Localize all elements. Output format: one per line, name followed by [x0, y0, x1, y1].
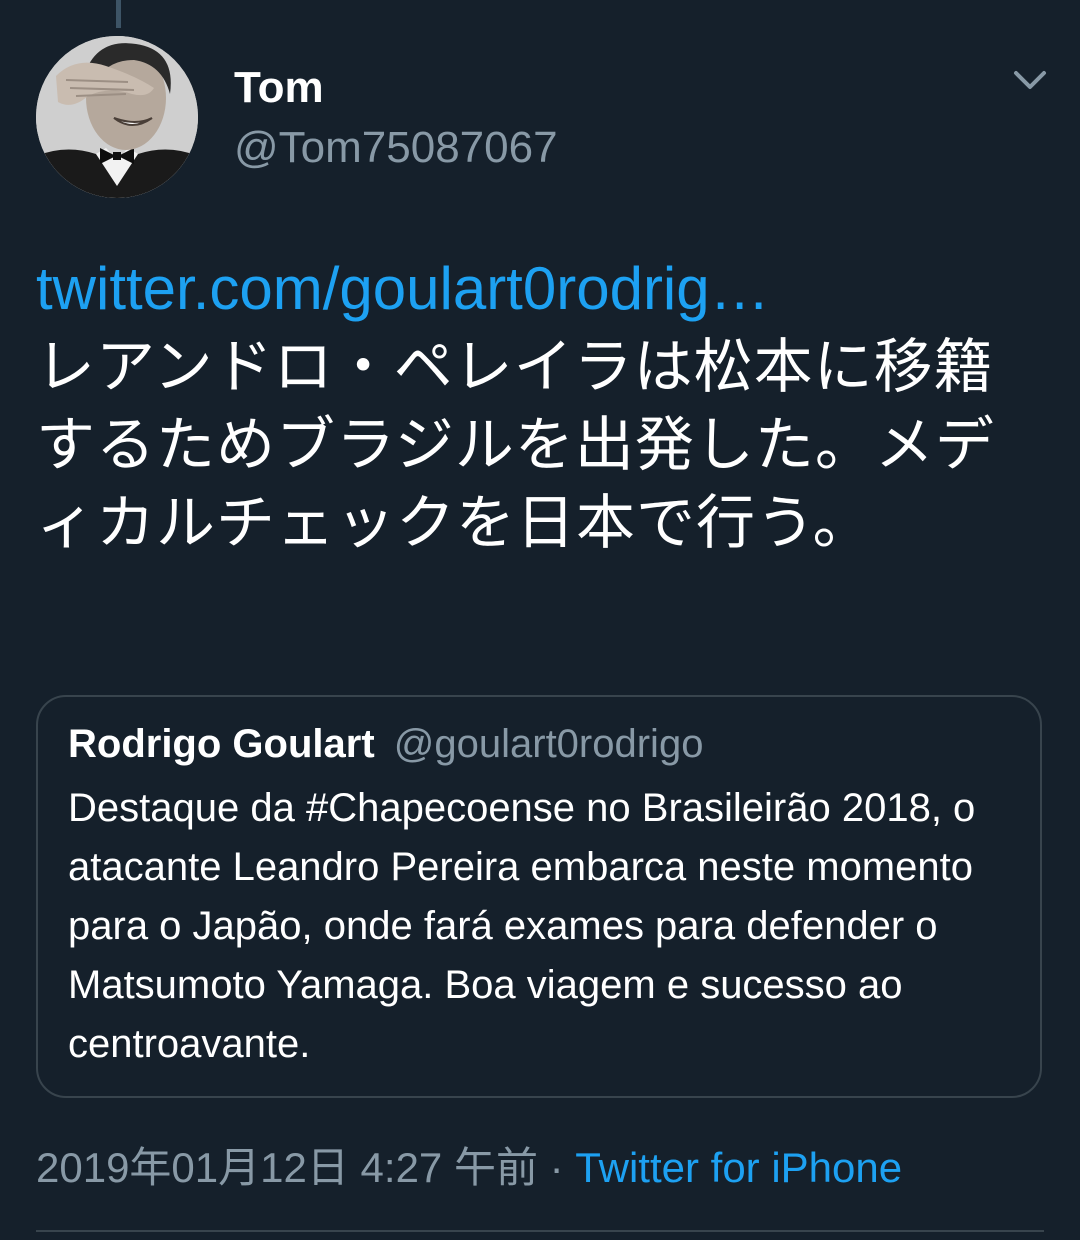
tweet-timestamp: 2019年01月12日 4:27 午前 — [36, 1144, 538, 1191]
quoted-author-handle: @goulart0rodrigo — [393, 722, 704, 766]
avatar[interactable] — [36, 36, 198, 198]
tweet-link[interactable]: twitter.com/goulart0rodrig… — [36, 250, 1046, 328]
tweet-text: レアンドロ・ペレイラは松本に移籍するためブラジルを出発した。メディカルチェックを… — [36, 332, 995, 557]
tweet-source-link[interactable]: Twitter for iPhone — [575, 1144, 902, 1191]
thread-connector-line — [116, 0, 121, 28]
tweet-meta: 2019年01月12日 4:27 午前 · Twitter for iPhone — [36, 1140, 902, 1196]
quoted-tweet-card[interactable]: Rodrigo Goulart @goulart0rodrigo Destaqu… — [36, 695, 1042, 1098]
chevron-down-icon[interactable] — [1008, 58, 1052, 102]
quoted-author-name: Rodrigo Goulart — [68, 722, 375, 766]
meta-separator: · — [549, 1144, 564, 1191]
quoted-tweet-text: Destaque da #Chapecoense no Brasileirão … — [68, 786, 976, 1066]
author-name[interactable]: Tom — [234, 62, 324, 114]
divider — [36, 1230, 1044, 1232]
quoted-tweet-header: Rodrigo Goulart @goulart0rodrigo — [68, 719, 703, 769]
tweet-body: twitter.com/goulart0rodrig… レアンドロ・ペレイラは松… — [36, 250, 1046, 562]
author-handle[interactable]: @Tom75087067 — [234, 122, 558, 174]
avatar-photo — [36, 36, 198, 198]
